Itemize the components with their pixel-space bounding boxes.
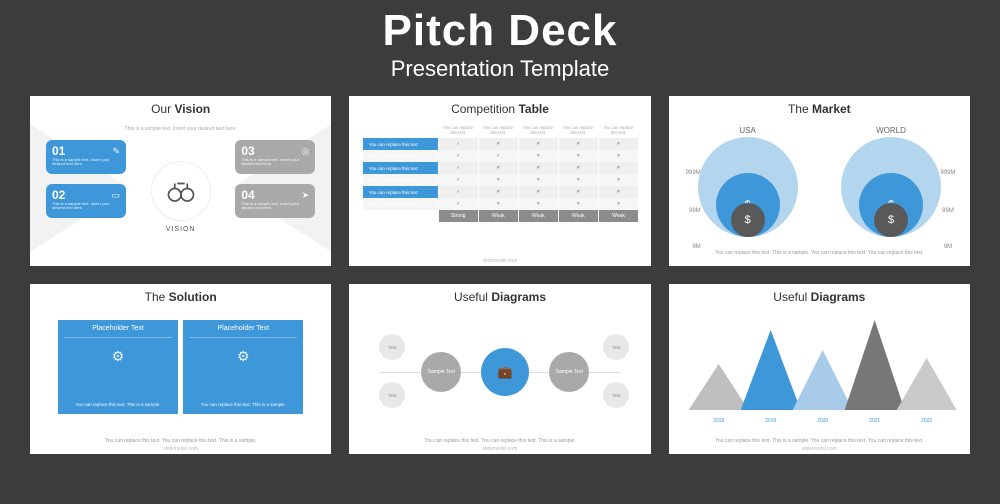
slide-vision: Our Vision This is a sample text. Insert… xyxy=(30,96,331,266)
chart-year: 2022 xyxy=(897,418,957,424)
slide-title: The Solution xyxy=(30,284,331,306)
chart-year: 2018 xyxy=(689,418,749,424)
slide-title: Competition Table xyxy=(349,96,650,118)
chart-year: 2020 xyxy=(793,418,853,424)
slide-market: The Market USA $ $ $ 999M 99M 9M WORLD $… xyxy=(669,96,970,266)
monitor-icon: ▭ xyxy=(111,190,120,201)
vision-card-04: 04➤This is a sample text. Insert your de… xyxy=(235,184,315,218)
slide-footer: slidemodel.com xyxy=(669,446,970,452)
dollar-icon: $ xyxy=(874,203,908,237)
market-col-world: WORLD $ $ $ 999M 99M 9M xyxy=(816,126,966,242)
slide-footer: slidemodel.com xyxy=(349,258,650,264)
dollar-icon: $ xyxy=(731,203,765,237)
binoculars-icon xyxy=(166,176,196,206)
slide-title: Useful Diagrams xyxy=(669,284,970,306)
chart-triangle xyxy=(845,320,905,410)
chart-triangle xyxy=(689,364,749,410)
slide-footer: slidemodel.com xyxy=(30,446,331,452)
vision-label: VISION xyxy=(30,226,331,233)
vision-subtitle: This is a sample text. Insert your desir… xyxy=(30,126,331,132)
flow-node: Sample Text xyxy=(549,352,589,392)
gears-icon: ⚙ xyxy=(183,348,303,365)
flow-node: Sample Text xyxy=(421,352,461,392)
hero-subtitle: Presentation Template xyxy=(30,56,970,82)
competition-table: You can replace this text.You can replac… xyxy=(362,124,639,222)
slide-flow-diagram: Useful Diagrams Text Text Sample Text 💼 … xyxy=(349,284,650,454)
chart-triangle xyxy=(897,358,957,410)
target-icon: ◎ xyxy=(301,146,309,157)
triangle-chart: 2018 2019 2020 2021 2022 xyxy=(693,324,946,424)
slide-triangle-chart: Useful Diagrams 2018 2019 2020 2021 2022… xyxy=(669,284,970,454)
solution-box: Placeholder Text ⚙ You can replace this … xyxy=(183,320,303,414)
pencil-icon: ✎ xyxy=(112,146,120,157)
page: Pitch Deck Presentation Template Our Vis… xyxy=(0,0,1000,470)
rocket-icon: ➤ xyxy=(302,190,310,201)
gears-icon: ⚙ xyxy=(58,348,178,365)
vision-card-02: 02▭This is a sample text. Insert your de… xyxy=(46,184,126,218)
slide-grid: Our Vision This is a sample text. Insert… xyxy=(30,96,970,454)
chart-year: 2019 xyxy=(741,418,801,424)
vision-card-01: 01✎This is a sample text. Insert your de… xyxy=(46,140,126,174)
chart-year: 2021 xyxy=(845,418,905,424)
solution-box: Placeholder Text ⚙ You can replace this … xyxy=(58,320,178,414)
slide-caption: You can replace this text. This is a sam… xyxy=(669,438,970,445)
chart-triangle xyxy=(793,350,853,410)
slide-footer: slidemodel.com xyxy=(349,446,650,452)
hero-title: Pitch Deck xyxy=(30,6,970,56)
vision-card-03: 03◎This is a sample text. Insert your de… xyxy=(235,140,315,174)
slide-caption: You can replace this text. You can repla… xyxy=(30,438,331,445)
chart-triangle xyxy=(741,330,801,410)
flow-node: Text xyxy=(379,334,405,360)
market-col-usa: USA $ $ $ 999M 99M 9M xyxy=(673,126,823,242)
briefcase-icon: 💼 xyxy=(481,348,529,396)
slide-solution: The Solution Placeholder Text ⚙ You can … xyxy=(30,284,331,454)
flow-node: Text xyxy=(603,382,629,408)
slide-title: Useful Diagrams xyxy=(349,284,650,306)
vision-center xyxy=(152,162,210,220)
slide-title: The Market xyxy=(669,96,970,118)
slide-title: Our Vision xyxy=(30,96,331,118)
slide-caption: You can replace this text. This is a sam… xyxy=(669,250,970,257)
hero: Pitch Deck Presentation Template xyxy=(30,6,970,82)
slide-caption: You can replace this text. You can repla… xyxy=(349,438,650,445)
flow-node: Text xyxy=(603,334,629,360)
slide-competition: Competition Table You can replace this t… xyxy=(349,96,650,266)
flow-node: Text xyxy=(379,382,405,408)
